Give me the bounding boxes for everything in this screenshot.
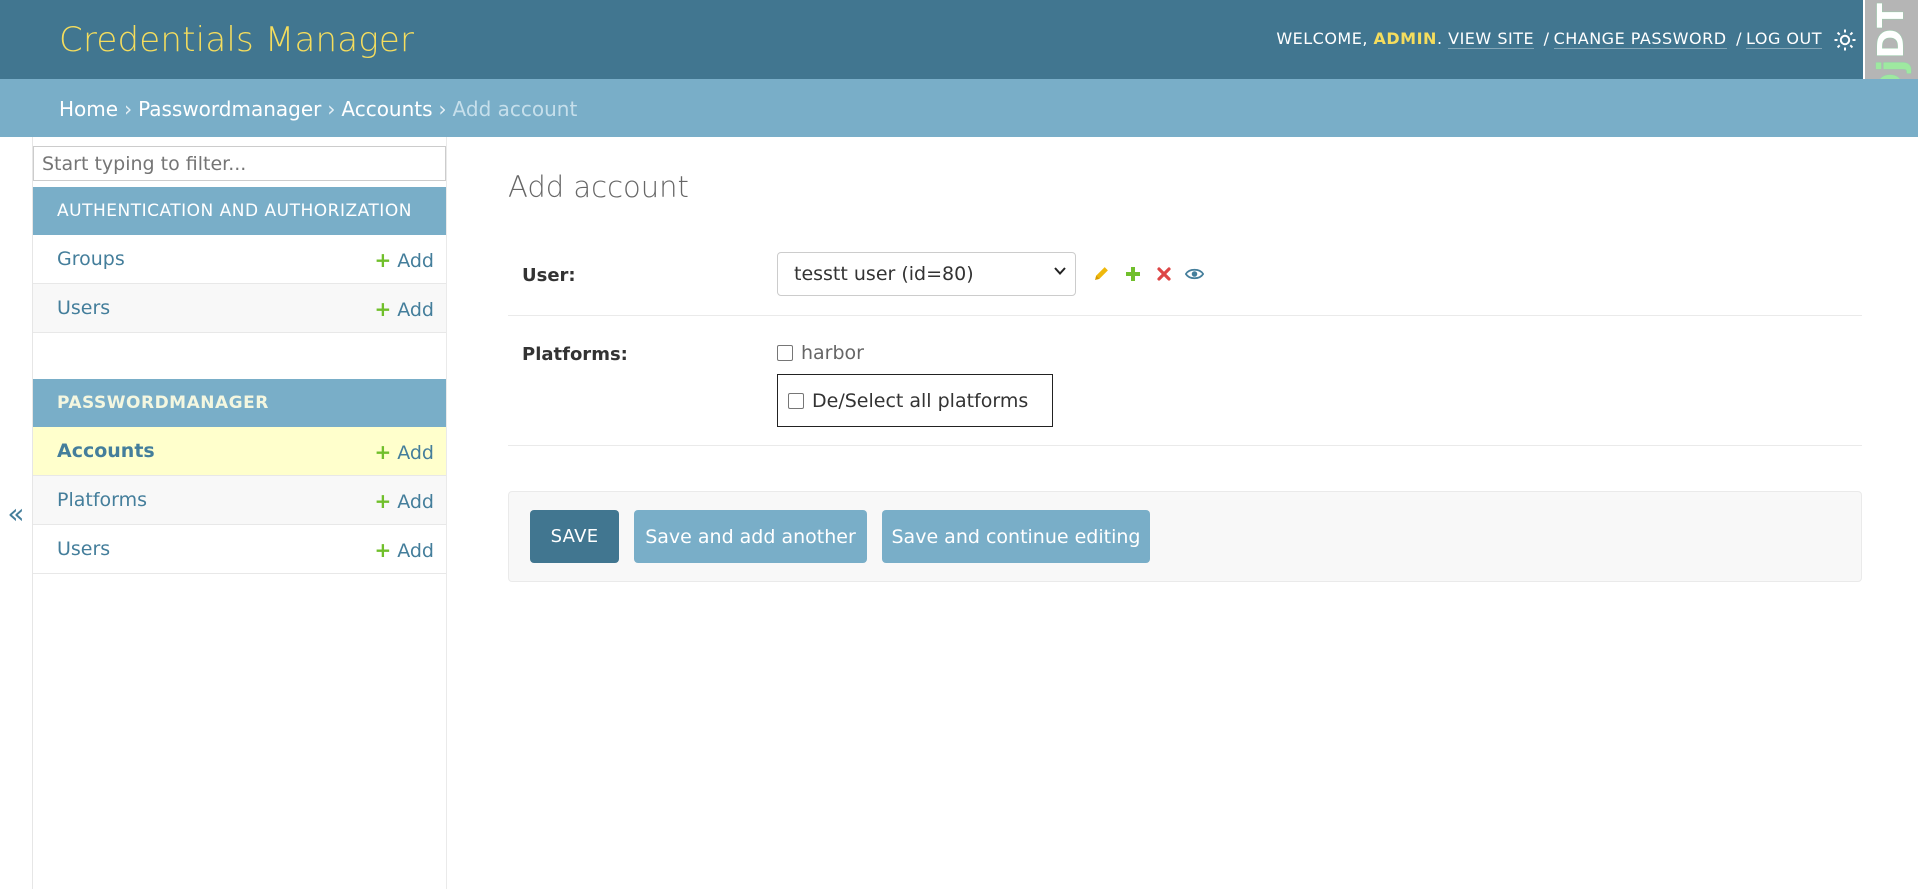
save-button[interactable]: Save bbox=[530, 510, 619, 563]
breadcrumb-model[interactable]: Accounts bbox=[341, 97, 432, 121]
user-select-value: tesstt user (id=80) bbox=[794, 263, 974, 285]
platform-option-harbor[interactable]: harbor bbox=[777, 342, 864, 364]
save-and-add-another-button[interactable]: Save and add another bbox=[634, 510, 867, 563]
toggle-sidebar-button[interactable]: « bbox=[0, 137, 33, 889]
add-label: Add bbox=[397, 540, 434, 562]
submit-row: Save Save and add another Save and conti… bbox=[508, 491, 1862, 582]
breadcrumb-current: Add account bbox=[452, 97, 578, 121]
breadcrumb-separator: › bbox=[124, 97, 133, 121]
plus-icon: + bbox=[374, 297, 392, 321]
add-group-link[interactable]: + Add bbox=[374, 248, 434, 272]
header: Credentials Manager WELCOME, ADMIN. VIEW… bbox=[0, 0, 1918, 79]
debug-toolbar-label: DT bbox=[1871, 2, 1912, 59]
eye-icon[interactable] bbox=[1185, 264, 1204, 283]
form-row-user: User: tesstt user (id=80) bbox=[508, 252, 1862, 316]
pencil-icon[interactable] bbox=[1092, 264, 1111, 283]
plus-icon: + bbox=[374, 538, 392, 562]
select-all-platforms[interactable]: De/Select all platforms bbox=[777, 374, 1053, 427]
add-label: Add bbox=[397, 491, 434, 513]
sidebar-filter-input[interactable] bbox=[33, 146, 446, 181]
change-password-link[interactable]: CHANGE PASSWORD bbox=[1553, 29, 1727, 49]
plus-icon: + bbox=[374, 248, 392, 272]
username: ADMIN bbox=[1373, 29, 1437, 48]
separator: / bbox=[1736, 29, 1742, 48]
related-widget-icons bbox=[1092, 264, 1204, 283]
plus-icon: + bbox=[374, 489, 392, 513]
add-user-link[interactable]: + Add bbox=[374, 297, 434, 321]
add-account-link[interactable]: + Add bbox=[374, 440, 434, 464]
log-out-link[interactable]: LOG OUT bbox=[1746, 29, 1822, 49]
user-tools: WELCOME, ADMIN. VIEW SITE / CHANGE PASSWO… bbox=[1276, 29, 1822, 49]
checkbox[interactable] bbox=[788, 392, 804, 409]
site-title[interactable]: Credentials Manager bbox=[59, 20, 414, 61]
sidebar-item-label[interactable]: Groups bbox=[57, 248, 125, 270]
platforms-label: Platforms: bbox=[522, 344, 628, 365]
add-platform-link[interactable]: + Add bbox=[374, 489, 434, 513]
welcome-text: WELCOME, bbox=[1276, 29, 1368, 48]
checkbox[interactable] bbox=[777, 345, 793, 361]
module-caption[interactable]: Authentication and Authorization bbox=[33, 187, 446, 235]
add-label: Add bbox=[397, 250, 434, 272]
nav-sidebar: Authentication and Authorization Groups … bbox=[33, 137, 447, 889]
select-all-label: De/Select all platforms bbox=[812, 389, 1029, 412]
sidebar-item-label[interactable]: Platforms bbox=[57, 489, 147, 511]
sun-icon[interactable] bbox=[1833, 28, 1859, 54]
sidebar-item-pm-users: Users + Add bbox=[33, 525, 446, 574]
save-and-continue-button[interactable]: Save and continue editing bbox=[882, 510, 1150, 563]
delete-icon[interactable] bbox=[1154, 264, 1173, 283]
sidebar-item-label[interactable]: Users bbox=[57, 297, 110, 319]
separator: / bbox=[1543, 29, 1550, 48]
view-site-link[interactable]: VIEW SITE bbox=[1448, 29, 1535, 49]
add-label: Add bbox=[397, 442, 434, 464]
sidebar-item-users: Users + Add bbox=[33, 284, 446, 333]
breadcrumb: Home › Passwordmanager › Accounts › Add accoun… bbox=[0, 79, 1918, 137]
double-chevron-left-icon: « bbox=[7, 496, 25, 530]
sidebar-item-label[interactable]: Accounts bbox=[57, 440, 155, 462]
user-select[interactable]: tesstt user (id=80) bbox=[777, 252, 1076, 296]
module-passwordmanager: PASSWORDMANAGER Accounts + Add Platforms … bbox=[33, 379, 446, 574]
add-label: Add bbox=[397, 299, 434, 321]
sidebar-item-groups: Groups + Add bbox=[33, 235, 446, 284]
breadcrumb-separator: › bbox=[438, 97, 447, 121]
form-row-platforms: Platforms: harbor De/Select all platform… bbox=[508, 316, 1862, 446]
plus-icon[interactable] bbox=[1123, 264, 1142, 283]
platform-option-label: harbor bbox=[801, 342, 864, 364]
sidebar-item-label[interactable]: Users bbox=[57, 538, 110, 560]
plus-icon: + bbox=[374, 440, 392, 464]
user-label: User: bbox=[522, 265, 576, 286]
module-auth: Authentication and Authorization Groups … bbox=[33, 187, 446, 333]
module-caption[interactable]: PASSWORDMANAGER bbox=[33, 379, 446, 427]
sidebar-item-platforms: Platforms + Add bbox=[33, 476, 446, 525]
sidebar-item-accounts: Accounts + Add bbox=[33, 427, 446, 476]
breadcrumb-app[interactable]: Passwordmanager bbox=[138, 97, 321, 121]
page-title: Add account bbox=[508, 170, 689, 204]
add-pm-user-link[interactable]: + Add bbox=[374, 538, 434, 562]
breadcrumb-home[interactable]: Home bbox=[59, 97, 118, 121]
breadcrumb-separator: › bbox=[327, 97, 336, 121]
chevron-down-icon bbox=[1054, 267, 1066, 275]
